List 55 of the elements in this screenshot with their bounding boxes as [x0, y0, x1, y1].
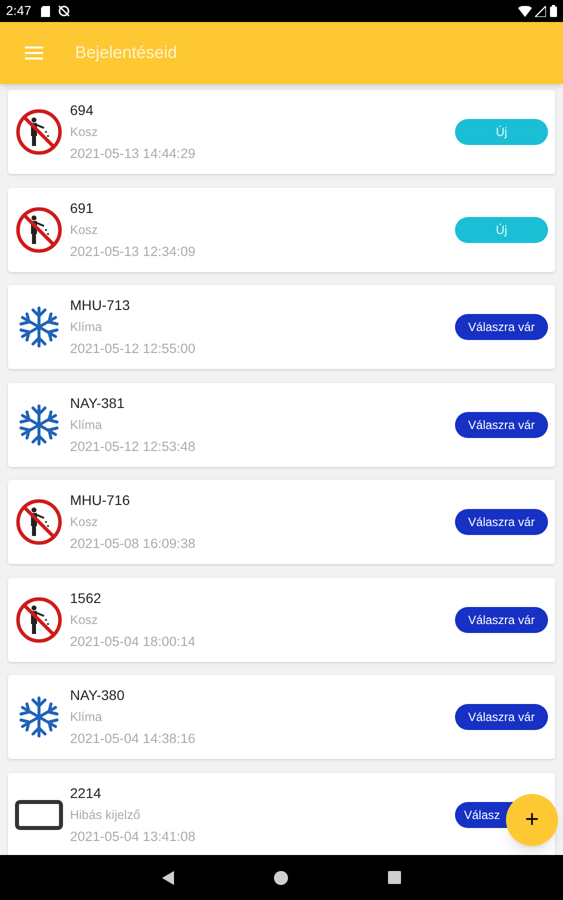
report-title: NAY-381: [70, 394, 126, 412]
report-title: MHU-713: [70, 296, 131, 315]
no-littering-icon: [15, 206, 63, 254]
report-date: 2021-05-13 12:34:09: [70, 242, 196, 260]
status-badge: Új: [455, 216, 548, 242]
report-date: 2021-05-08 16:09:38: [70, 535, 196, 553]
report-title: NAY-380: [70, 686, 126, 705]
status-badge: Válaszra vár: [455, 606, 548, 632]
report-title: 1562: [70, 588, 102, 608]
status-badge: Új: [455, 119, 548, 145]
status-badge: Válaszra vár: [455, 509, 548, 535]
sd-card-icon: [41, 6, 50, 16]
report-category: Klíma: [70, 709, 103, 726]
app-bar-title: Bejelentéseid: [75, 42, 178, 64]
home-icon[interactable]: [274, 870, 288, 884]
report-category: Kosz: [70, 222, 99, 238]
report-card[interactable]: MHU-716 Kosz 2021-05-08 16:09:38 Válaszra vár: [8, 480, 555, 564]
battery-icon: [550, 5, 557, 17]
snowflake-icon: [18, 404, 60, 446]
snowflake-icon: [18, 306, 60, 348]
no-littering-icon: [15, 596, 63, 644]
report-title: 694: [70, 101, 94, 120]
status-time: 2:47: [6, 2, 32, 20]
report-date: 2021-05-04 13:41:08: [70, 828, 196, 846]
snowflake-icon: [18, 696, 60, 738]
no-littering-icon: [15, 108, 63, 156]
report-category: Kosz: [70, 124, 99, 141]
report-date: 2021-05-12 12:55:00: [70, 340, 196, 358]
report-card[interactable]: NAY-380 Klíma 2021-05-04 14:38:16 Válaszra vár: [8, 675, 555, 759]
status-badge: Válaszra vár: [455, 314, 548, 340]
report-card[interactable]: 1562 Kosz 2021-05-04 18:00:14 Válaszra vár: [8, 578, 555, 662]
report-category: Klíma: [70, 319, 103, 336]
report-card[interactable]: MHU-713 Klíma 2021-05-12 12:55:00 Válaszra vár: [8, 285, 555, 369]
display-icon: [15, 800, 63, 830]
report-category: Klíma: [70, 416, 103, 434]
report-card[interactable]: NAY-381 Klíma 2021-05-12 12:53:48 Válaszra vár: [8, 382, 555, 466]
report-category: Kosz: [70, 612, 99, 628]
back-icon[interactable]: [162, 870, 174, 884]
report-date: 2021-05-13 14:44:29: [70, 145, 196, 163]
report-date: 2021-05-04 18:00:14: [70, 632, 196, 650]
report-card[interactable]: 691 Kosz 2021-05-13 12:34:09 Új: [8, 188, 555, 272]
sync-off-icon: [58, 5, 70, 17]
report-category: Hibás kijelző: [70, 806, 142, 824]
report-title: 2214: [70, 784, 102, 802]
report-title: MHU-716: [70, 491, 131, 510]
report-date: 2021-05-12 12:53:48: [70, 438, 196, 456]
status-badge: Válaszra vár: [455, 704, 548, 730]
report-title: 691: [70, 198, 94, 218]
report-date: 2021-05-04 14:38:16: [70, 730, 196, 748]
report-category: Kosz: [70, 514, 99, 531]
no-littering-icon: [15, 498, 63, 546]
signal-icon: [535, 6, 546, 16]
wifi-icon: [518, 6, 532, 16]
status-badge: Válaszra vár: [455, 412, 548, 438]
report-card[interactable]: 694 Kosz 2021-05-13 14:44:29 Új: [8, 90, 555, 174]
